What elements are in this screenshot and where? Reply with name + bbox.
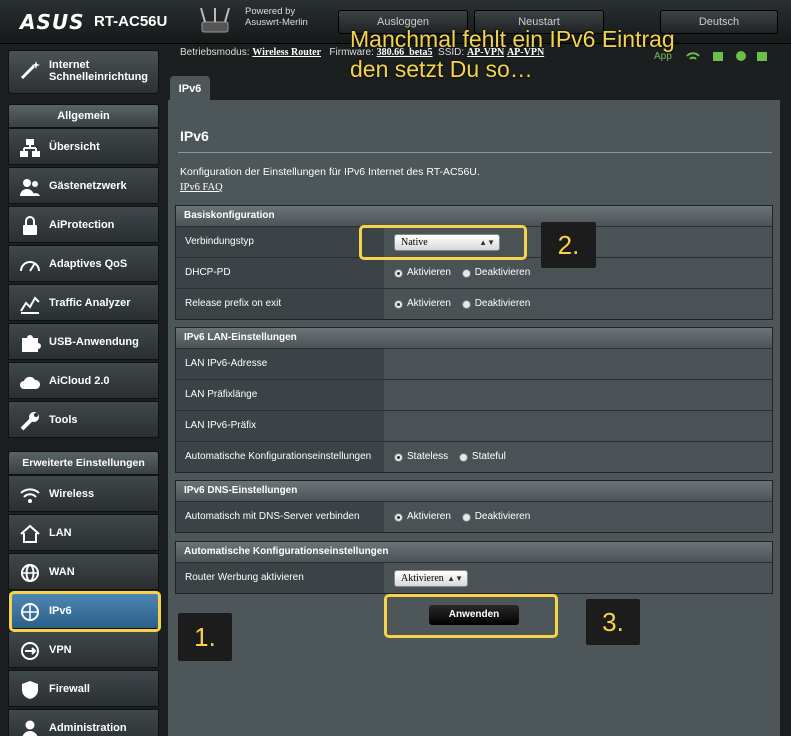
stateless-radio[interactable] <box>394 452 403 462</box>
dns-auto-label: Automatisch mit DNS-Server verbinden <box>176 502 384 532</box>
home-icon <box>20 524 40 543</box>
model-name: RT-AC56U <box>94 13 168 30</box>
title-divider <box>178 152 772 153</box>
status-icons <box>686 51 767 61</box>
magic-wand-icon <box>20 61 40 80</box>
step-1-badge: 1. <box>178 613 232 661</box>
release-prefix-label: Release prefix on exit <box>176 289 384 319</box>
table-row: Automatische Konfigurationseinstellungen… <box>176 441 772 472</box>
powered-by: Powered by Asuswrt-Merlin <box>245 6 308 28</box>
sidebar-advanced-header: Erweiterte Einstellungen <box>8 451 159 475</box>
sidebar-item-tools[interactable]: Tools <box>8 401 159 438</box>
globe-icon <box>21 564 39 582</box>
lan-prefix-value <box>384 411 772 441</box>
table-row: DHCP-PD Aktivieren Deaktivieren <box>176 257 772 288</box>
dns-disable-radio[interactable] <box>461 512 471 522</box>
lan-settings-table: IPv6 LAN-Einstellungen LAN IPv6-Adresse … <box>175 327 773 473</box>
wrench-icon <box>20 412 39 431</box>
release-enable-radio[interactable] <box>394 299 403 309</box>
sidebar-item-aicloud[interactable]: AiCloud 2.0 <box>8 362 159 399</box>
ipv6-faq-link[interactable]: IPv6 FAQ <box>180 182 223 193</box>
sidebar-item-adaptive-qos[interactable]: Adaptives QoS <box>8 245 159 282</box>
sidebar-item-wan[interactable]: WAN <box>8 553 159 590</box>
lock-icon <box>23 216 37 235</box>
dhcp-pd-enable-radio[interactable] <box>394 268 403 278</box>
sidebar-item-administration[interactable]: Administration <box>8 709 159 736</box>
guest-users-icon <box>20 179 40 196</box>
sidebar-item-overview[interactable]: Übersicht <box>8 128 159 165</box>
puzzle-icon <box>22 335 41 352</box>
annotation-text: Manchmal fehlt ein IPv6 Eintrag den setz… <box>350 26 675 82</box>
table-row: LAN IPv6-Adresse <box>176 348 772 379</box>
highlight-apply <box>384 594 558 638</box>
select-arrow-icon: ▲▼ <box>447 573 463 583</box>
traffic-chart-icon <box>20 296 40 314</box>
step-3-badge: 3. <box>586 599 640 645</box>
cloud-icon <box>20 376 41 389</box>
router-advert-select[interactable]: Aktivieren ▲▼ <box>394 569 468 587</box>
sidebar-item-wireless[interactable]: Wireless <box>8 475 159 512</box>
highlight-connection-type <box>359 225 527 260</box>
lan-prefix-label: LAN IPv6-Präfix <box>176 411 384 441</box>
sidebar-general-header: Allgemein <box>8 104 159 128</box>
lan-ipv6-address-label: LAN IPv6-Adresse <box>176 349 384 379</box>
autoconf-label: Automatische Konfigurationseinstellungen <box>176 442 384 472</box>
dns-settings-header: IPv6 DNS-Einstellungen <box>176 481 772 501</box>
dhcp-pd-disable-radio[interactable] <box>461 268 471 278</box>
sidebar-item-lan[interactable]: LAN <box>8 514 159 551</box>
connection-type-label: Verbindungstyp <box>176 227 384 257</box>
lan-prefix-length-label: LAN Präfixlänge <box>176 380 384 410</box>
release-disable-radio[interactable] <box>461 299 471 309</box>
shield-icon <box>22 681 38 699</box>
sidebar-item-guest-network[interactable]: Gästenetzwerk <box>8 167 159 204</box>
speedometer-icon <box>20 261 40 272</box>
basic-config-table: Basiskonfiguration Verbindungstyp Native… <box>175 205 773 320</box>
tab-ipv6[interactable]: IPv6 <box>170 76 210 102</box>
user-admin-icon <box>22 720 38 736</box>
mode-link[interactable]: Wireless Router <box>252 47 321 58</box>
table-row: LAN IPv6-Präfix <box>176 410 772 441</box>
table-row: LAN Präfixlänge <box>176 379 772 410</box>
basic-config-header: Basiskonfiguration <box>176 206 772 226</box>
sidebar-item-qis[interactable]: Internet Schnelleinrichtung <box>8 50 159 94</box>
lan-prefix-length-value <box>384 380 772 410</box>
stateful-radio[interactable] <box>458 452 468 462</box>
lan-settings-header: IPv6 LAN-Einstellungen <box>176 328 772 348</box>
highlight-ipv6-nav <box>9 591 161 632</box>
dhcp-pd-label: DHCP-PD <box>176 258 384 288</box>
table-row: Router Werbung aktivieren Aktivieren ▲▼ <box>176 562 772 593</box>
sidebar-item-vpn[interactable]: VPN <box>8 631 159 668</box>
asus-logo: ASUS <box>20 10 85 34</box>
autoconf-header: Automatische Konfigurationseinstellungen <box>176 542 772 562</box>
router-icon <box>200 7 230 33</box>
wifi-icon <box>20 488 40 503</box>
language-select[interactable]: Deutsch <box>660 10 778 34</box>
step-2-badge: 2. <box>541 222 596 268</box>
autoconf-table: Automatische Konfigurationseinstellungen… <box>175 541 773 594</box>
router-advert-label: Router Werbung aktivieren <box>176 563 384 593</box>
sidebar-item-traffic-analyzer[interactable]: Traffic Analyzer <box>8 284 159 321</box>
dns-enable-radio[interactable] <box>394 512 403 522</box>
page-title: IPv6 <box>180 128 209 144</box>
table-row: Release prefix on exit Aktivieren Deakti… <box>176 288 772 319</box>
page-description: Konfiguration der Einstellungen für IPv6… <box>180 166 480 178</box>
dns-settings-table: IPv6 DNS-Einstellungen Automatisch mit D… <box>175 480 773 533</box>
table-row: Automatisch mit DNS-Server verbinden Akt… <box>176 501 772 532</box>
sidebar-item-firewall[interactable]: Firewall <box>8 670 159 707</box>
network-map-icon <box>20 139 40 157</box>
sidebar-item-usb-application[interactable]: USB-Anwendung <box>8 323 159 360</box>
sidebar-item-aiprotection[interactable]: AiProtection <box>8 206 159 243</box>
lan-ipv6-address-value <box>384 349 772 379</box>
vpn-icon <box>21 642 39 660</box>
